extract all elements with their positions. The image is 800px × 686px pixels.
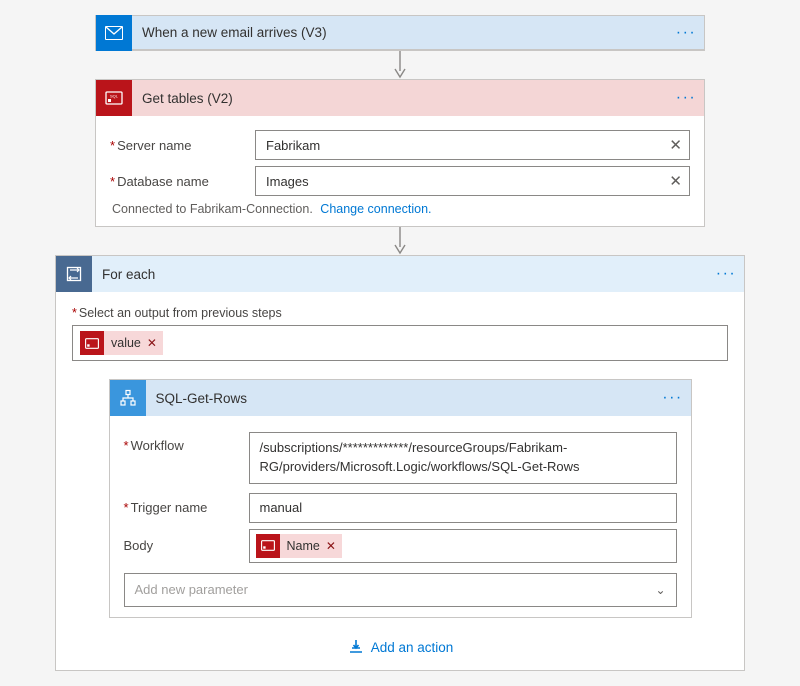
sql-icon: SQL xyxy=(96,80,132,116)
remove-token-icon[interactable]: ✕ xyxy=(326,539,336,553)
workflow-label: *Workflow xyxy=(124,432,249,453)
connector-arrow xyxy=(0,227,800,255)
step-menu-button[interactable]: ··· xyxy=(668,24,704,42)
select-output-input[interactable]: value ✕ xyxy=(72,325,728,361)
email-trigger-title: When a new email arrives (V3) xyxy=(132,25,668,40)
sql-get-rows-title: SQL-Get-Rows xyxy=(146,391,655,406)
foreach-step: For each ··· *Select an output from prev… xyxy=(55,255,745,671)
step-menu-button[interactable]: ··· xyxy=(668,89,704,107)
sql-icon xyxy=(80,331,104,355)
outlook-icon xyxy=(96,15,132,51)
server-name-label: *Server name xyxy=(110,138,255,153)
sql-get-rows-step: SQL-Get-Rows ··· *Workflow *Trigger name xyxy=(109,379,692,618)
add-parameter-dropdown[interactable]: Add new parameter ⌄ xyxy=(124,573,677,607)
remove-token-icon[interactable]: ✕ xyxy=(147,336,157,350)
name-token[interactable]: Name ✕ xyxy=(256,534,342,558)
get-tables-step: SQL Get tables (V2) ··· *Server name ✕ *… xyxy=(95,79,705,227)
trigger-name-input[interactable] xyxy=(249,493,677,523)
database-name-label: *Database name xyxy=(110,174,255,189)
email-trigger-header[interactable]: When a new email arrives (V3) ··· xyxy=(96,16,704,50)
workflow-input[interactable] xyxy=(249,432,677,484)
workflow-icon xyxy=(110,380,146,416)
foreach-title: For each xyxy=(92,267,708,282)
chevron-down-icon: ⌄ xyxy=(655,583,665,597)
select-output-label: *Select an output from previous steps xyxy=(72,306,728,320)
email-trigger-step: When a new email arrives (V3) ··· xyxy=(95,15,705,51)
database-name-input[interactable] xyxy=(255,166,690,196)
value-token[interactable]: value ✕ xyxy=(80,331,163,355)
sql-icon xyxy=(256,534,280,558)
clear-icon[interactable]: ✕ xyxy=(669,172,682,190)
step-menu-button[interactable]: ··· xyxy=(655,389,691,407)
svg-text:SQL: SQL xyxy=(110,94,119,99)
foreach-header[interactable]: For each ··· xyxy=(56,256,744,292)
trigger-name-label: *Trigger name xyxy=(124,500,249,515)
body-input[interactable]: Name ✕ xyxy=(249,529,677,563)
add-action-button[interactable]: Add an action xyxy=(347,640,454,655)
get-tables-header[interactable]: SQL Get tables (V2) ··· xyxy=(96,80,704,116)
clear-icon[interactable]: ✕ xyxy=(669,136,682,154)
connector-arrow xyxy=(0,51,800,79)
server-name-input[interactable] xyxy=(255,130,690,160)
loop-icon xyxy=(56,256,92,292)
body-label: Body xyxy=(124,538,249,553)
get-tables-title: Get tables (V2) xyxy=(132,91,668,106)
step-menu-button[interactable]: ··· xyxy=(708,265,744,283)
connection-info: Connected to Fabrikam-Connection. Change… xyxy=(110,202,690,216)
sql-get-rows-header[interactable]: SQL-Get-Rows ··· xyxy=(110,380,691,416)
change-connection-link[interactable]: Change connection. xyxy=(320,202,431,216)
